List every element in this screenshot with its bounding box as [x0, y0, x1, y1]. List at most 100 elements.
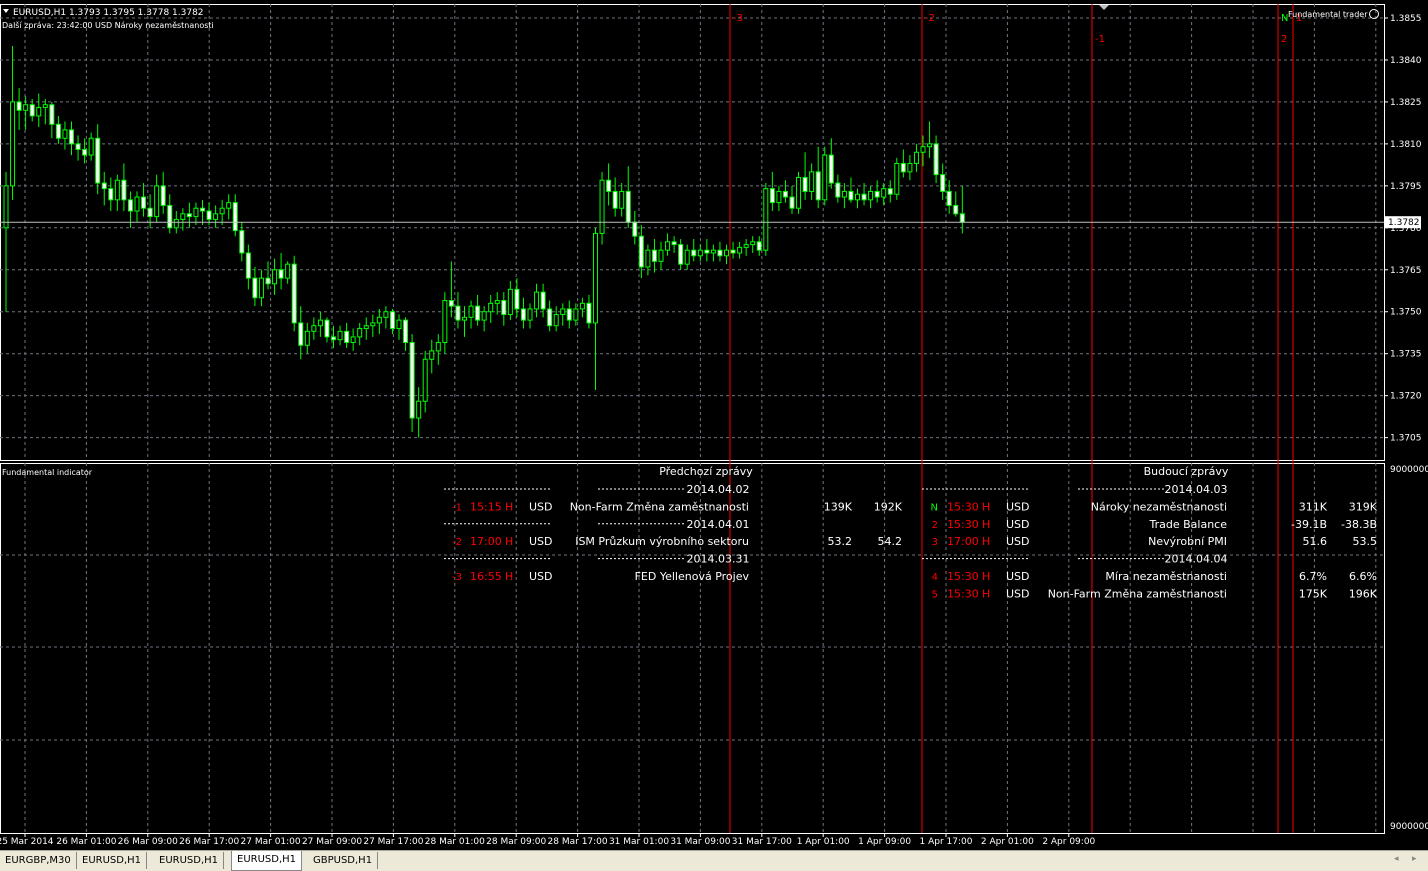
candle — [534, 283, 540, 318]
candle — [789, 185, 795, 214]
time-tick-label: 28 Mar 09:00 — [486, 837, 546, 847]
indicator-scale-top: 9000000 — [1390, 465, 1428, 475]
candle — [802, 152, 808, 200]
candle — [36, 93, 42, 128]
candle-body-bear — [782, 190, 788, 198]
news-value-actual: 311K — [1299, 500, 1328, 513]
candle — [796, 171, 802, 214]
candle — [691, 238, 697, 262]
news-impact: H — [982, 518, 990, 531]
time-tick-label: 31 Mar 09:00 — [670, 837, 730, 847]
candle — [730, 241, 736, 259]
candle — [252, 266, 258, 307]
news-index: 4 — [932, 572, 938, 583]
candle-body-bear — [586, 302, 592, 324]
news-index: -2 — [452, 537, 462, 548]
news-value-actual: 139K — [824, 500, 853, 513]
candle-body-bull — [913, 151, 919, 164]
candle-body-bull — [62, 129, 68, 139]
candle-body-bear — [186, 213, 192, 218]
news-value-forecast: 6.6% — [1349, 570, 1377, 583]
candle — [55, 115, 61, 144]
candle — [632, 211, 638, 245]
candle — [579, 297, 585, 318]
candle — [219, 199, 225, 226]
candle-body-bear — [730, 249, 736, 254]
candle-body-bear — [101, 182, 107, 190]
candle-body-bear — [448, 300, 454, 307]
tab-scroll-right-icon[interactable]: ▸ — [1412, 854, 1417, 864]
candle-body-bull — [743, 244, 749, 248]
news-name: Nároky nezaměstnanosti — [1091, 500, 1227, 513]
time-tick-label: 31 Mar 01:00 — [609, 837, 669, 847]
candle — [560, 303, 566, 326]
candle — [114, 174, 120, 212]
candle — [16, 87, 22, 130]
candle-body-bear — [678, 244, 684, 265]
tab-chart-4[interactable]: GBPUSD,H1 — [308, 852, 379, 869]
candle — [396, 314, 402, 340]
candle-body-bear — [520, 308, 526, 321]
news-index: -3 — [452, 572, 462, 583]
candle — [756, 236, 762, 256]
tab-chart-3[interactable]: EURUSD,H1 — [231, 851, 303, 871]
event-marker-label: -2 — [925, 13, 935, 24]
candle-body-bear — [717, 249, 723, 257]
candle — [324, 317, 330, 343]
candle-body-bull — [868, 190, 874, 201]
candle-body-bear — [206, 210, 212, 220]
candle-body-bull — [3, 185, 9, 229]
candle — [625, 166, 631, 228]
candle — [855, 188, 860, 209]
candle — [29, 99, 35, 122]
tab-chart-2[interactable]: EURUSD,H1 — [154, 852, 225, 869]
candle-body-bear — [625, 190, 631, 223]
news-impact: H — [505, 535, 513, 548]
time-tick-label: 25 Mar 2014 — [0, 837, 54, 847]
chart-canvas[interactable]: 25 Mar 2014 26 Mar 01:00 26 Mar 09:00 26 Ma… — [0, 0, 1428, 850]
price-tick-label: 1.3720 — [1390, 392, 1422, 402]
candle-body-bull — [553, 314, 559, 327]
chart-tabbar: EURGBP,M30 EURUSD,H1 EURUSD,H1 EURUSD,H1 GBP… — [0, 850, 1428, 871]
time-tick-label: 31 Mar 17:00 — [732, 837, 792, 847]
news-index: N — [931, 502, 938, 513]
candle-body-bull — [416, 400, 422, 419]
candle — [468, 300, 474, 329]
candle — [507, 280, 513, 321]
news-value-actual: 51.6 — [1303, 535, 1328, 548]
candle-body-bear — [815, 171, 821, 201]
candle-body-bull — [855, 193, 860, 201]
news-time: 17:00 — [470, 535, 502, 548]
candle-body-bull — [383, 311, 389, 318]
chart-menu-triangle-icon[interactable] — [3, 9, 9, 13]
candle-body-bear — [953, 204, 959, 215]
event-lines — [729, 4, 1294, 833]
candle-body-bear — [547, 308, 553, 327]
chart-shift-icon[interactable] — [1099, 5, 1109, 10]
price-tick-label: 1.3795 — [1390, 182, 1422, 192]
news-time: 15:30 — [947, 587, 979, 600]
candle — [475, 294, 481, 326]
candle-body-bull — [10, 101, 16, 187]
tab-scroll-left-icon[interactable]: ◂ — [1394, 854, 1399, 864]
candle-body-bull — [927, 143, 933, 148]
news-time: 17:00 — [947, 535, 979, 548]
news-name: Trade Balance — [1149, 518, 1228, 531]
candle-body-bear — [167, 204, 173, 229]
candle — [200, 199, 205, 226]
candle-body-bear — [638, 235, 644, 268]
candle-body-bear — [835, 182, 841, 198]
candle-body-bull — [881, 188, 887, 198]
tab-chart-1[interactable]: EURUSD,H1 — [77, 852, 148, 869]
candle-body-bear — [540, 291, 546, 310]
candle — [42, 99, 48, 125]
candle — [344, 322, 350, 349]
candle — [619, 183, 625, 217]
candle-body-bear — [29, 104, 35, 117]
candle-body-bull — [599, 179, 605, 234]
candle — [593, 227, 598, 391]
candle-body-bull — [88, 137, 94, 156]
candle-body-bull — [285, 263, 291, 279]
news-name: ISM Průzkum výrobního sektoru — [575, 535, 749, 548]
tab-chart-0[interactable]: EURGBP,M30 — [0, 852, 77, 869]
